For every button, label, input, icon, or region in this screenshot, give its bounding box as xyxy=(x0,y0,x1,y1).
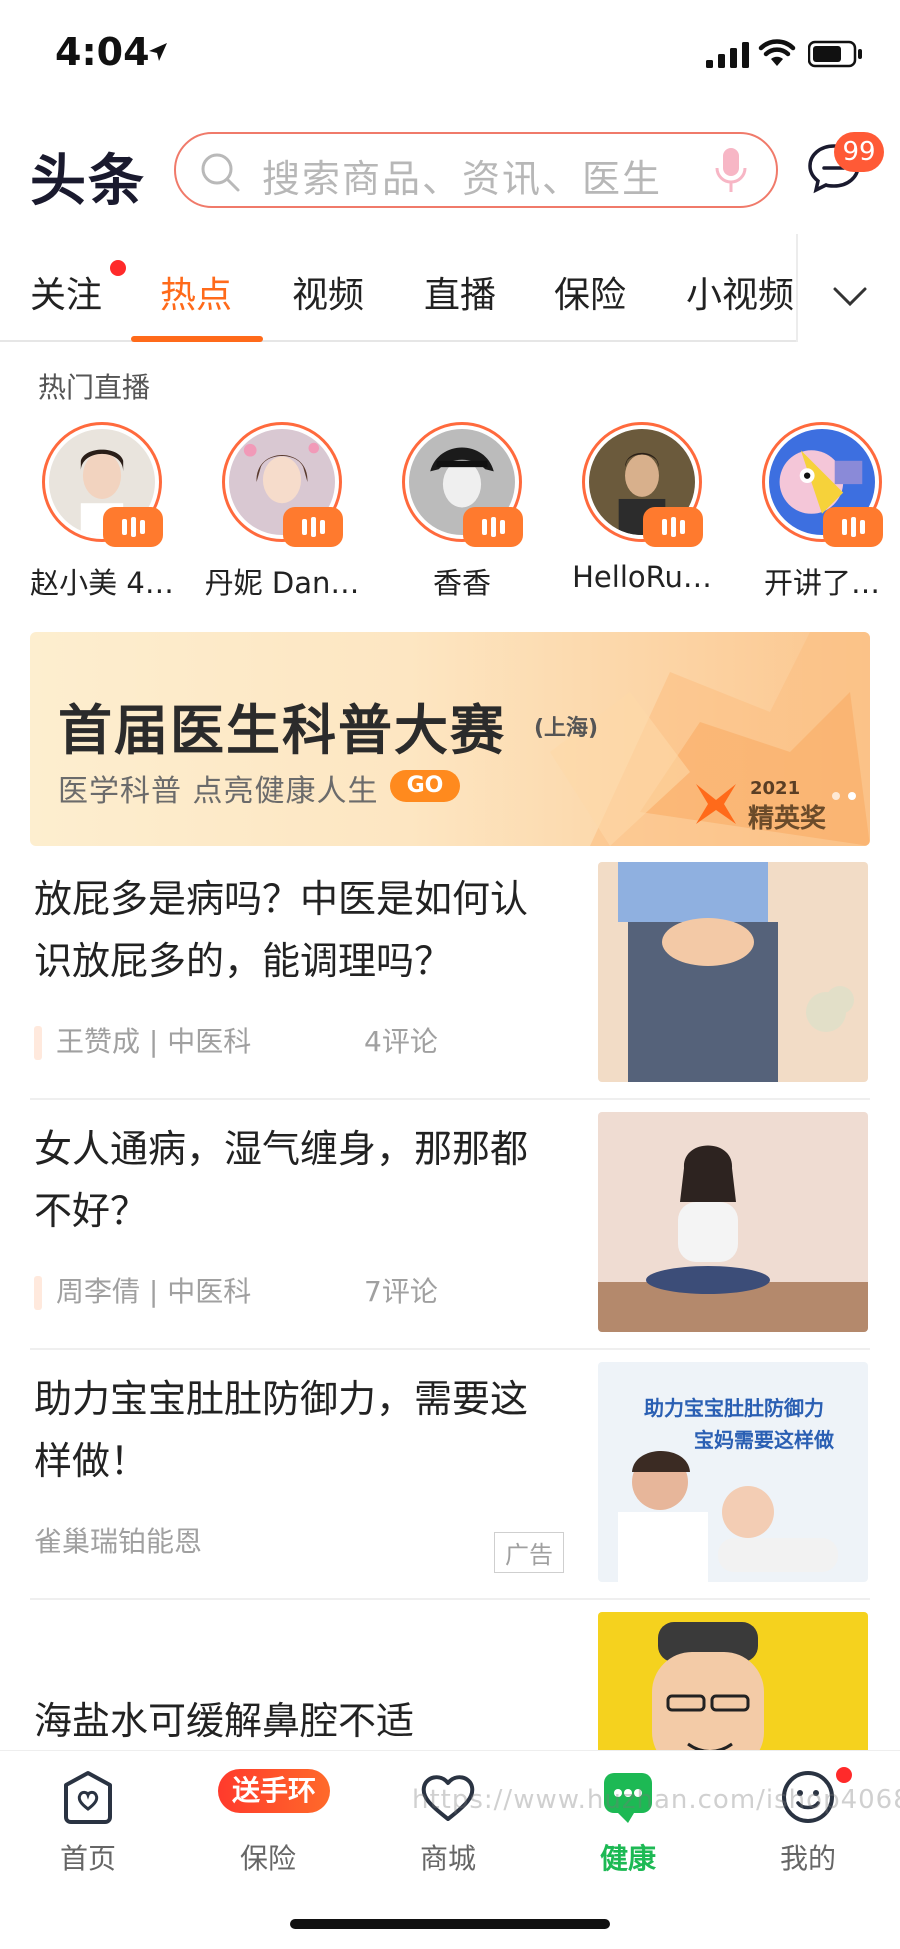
live-badge-icon xyxy=(823,507,883,547)
search-icon xyxy=(201,153,240,192)
tab-short-video[interactable]: 小视频 xyxy=(686,266,794,318)
microphone-icon[interactable] xyxy=(714,146,748,196)
battery-icon xyxy=(808,40,862,68)
home-indicator xyxy=(290,1919,610,1929)
article-item[interactable]: 女人通病，湿气缠身，那那都不好？ 周李倩 | 中医科 7评论 xyxy=(30,1100,870,1350)
me-notification-dot xyxy=(834,1765,854,1785)
nav-home[interactable]: 首页 xyxy=(18,1767,158,1877)
live-section-title: 热门直播 xyxy=(38,371,151,404)
message-badge: 99 xyxy=(834,132,884,172)
search-bar[interactable]: 搜索商品、资讯、医生 xyxy=(174,132,778,208)
live-badge-icon xyxy=(643,507,703,547)
article-title: 助力宝宝肚肚防御力，需要这样做！ xyxy=(34,1377,529,1483)
status-bar: 4:04 xyxy=(0,0,900,110)
live-badge-icon xyxy=(103,507,163,547)
tab-video[interactable]: 视频 xyxy=(292,266,364,318)
award-logo-icon xyxy=(696,784,736,824)
tab-live[interactable]: 直播 xyxy=(424,266,496,318)
ad-badge: 广告 xyxy=(494,1532,564,1573)
wifi-icon xyxy=(758,39,796,66)
promo-banner[interactable]: 首届医生科普大赛 (上海) 医学科普 点亮健康人生 GO 2021 精英奖 xyxy=(30,632,870,846)
bottom-nav: 首页 保险 送手环 商城 健康 我的 https://www.huzhan.co… xyxy=(0,1750,900,1949)
article-thumbnail: 助力宝宝肚肚防御力 宝妈需要这样做 xyxy=(598,1362,868,1582)
article-author: 雀巢瑞铂能恩 xyxy=(34,1525,203,1558)
banner-pagination xyxy=(832,792,856,800)
watermark-text: https://www.huzhan.com/ishop40688 xyxy=(412,1785,900,1815)
article-comments: 7评论 xyxy=(364,1275,438,1308)
signal-icon xyxy=(706,42,749,68)
banner-go-button[interactable]: GO xyxy=(390,770,460,802)
live-name: 开讲了… xyxy=(763,566,880,600)
tab-more-button[interactable] xyxy=(796,234,900,342)
nav-mall[interactable]: 商城 xyxy=(378,1767,518,1877)
live-item[interactable]: 赵小美 4… xyxy=(17,422,187,602)
location-arrow-icon xyxy=(149,43,167,61)
article-item[interactable]: 放屁多是病吗？中医是如何认识放屁多的，能调理吗？ 王赞成 | 中医科 4评论 xyxy=(30,850,870,1100)
article-author: 周李倩 | 中医科 xyxy=(34,1270,251,1310)
nav-label: 保险 xyxy=(239,1842,296,1875)
status-time: 4:04 xyxy=(55,30,150,74)
banner-subtitle: 医学科普 点亮健康人生 xyxy=(58,774,379,809)
live-item[interactable]: 丹妮 Dan… xyxy=(197,422,367,602)
live-badge-icon xyxy=(283,507,343,547)
tab-follow[interactable]: 关注 xyxy=(30,266,102,318)
tab-insurance[interactable]: 保险 xyxy=(554,266,626,318)
article-author: 王赞成 | 中医科 xyxy=(34,1020,251,1060)
live-item[interactable]: 香香 xyxy=(377,422,547,602)
nav-health[interactable]: 健康 xyxy=(558,1767,698,1877)
search-placeholder: 搜索商品、资讯、医生 xyxy=(262,157,663,201)
nav-label: 健康 xyxy=(599,1842,656,1875)
thumbnail-text-line-1: 助力宝宝肚肚防御力 xyxy=(644,1396,824,1420)
live-list: 赵小美 4… 丹妮 Dan… 香香 HelloRu… 开讲了… xyxy=(0,422,900,612)
tab-follow-dot xyxy=(110,260,126,276)
live-name: 香香 xyxy=(432,566,491,600)
banner-title: 首届医生科普大赛 xyxy=(58,699,506,762)
article-item[interactable]: 助力宝宝肚肚防御力，需要这样做！ 雀巢瑞铂能恩 广告 助力宝宝肚肚防御力 宝妈需… xyxy=(30,1350,870,1600)
article-comments: 4评论 xyxy=(364,1025,438,1058)
live-item[interactable]: HelloRu… xyxy=(557,422,727,594)
gift-promo-tag[interactable]: 送手环 xyxy=(218,1769,330,1813)
thumbnail-text-line-2: 宝妈需要这样做 xyxy=(694,1428,834,1452)
nav-label: 首页 xyxy=(59,1842,116,1875)
nav-label: 商城 xyxy=(419,1842,476,1875)
article-thumbnail xyxy=(598,862,868,1082)
category-tabs: 关注 热点 视频 直播 保险 小视频 xyxy=(0,234,900,342)
brand-title: 头条 xyxy=(30,149,146,214)
nav-label: 我的 xyxy=(779,1842,836,1875)
banner-location: (上海) xyxy=(534,716,599,741)
live-name: 丹妮 Dan… xyxy=(204,566,360,600)
banner-year: 2021 xyxy=(750,778,801,799)
chevron-down-icon xyxy=(833,287,867,307)
live-name: HelloRu… xyxy=(572,560,712,594)
article-title: 女人通病，湿气缠身，那那都不好？ xyxy=(34,1127,529,1233)
article-title: 海盐水可缓解鼻腔不适 xyxy=(34,1699,415,1743)
live-badge-icon xyxy=(463,507,523,547)
article-thumbnail xyxy=(598,1112,868,1332)
home-icon xyxy=(64,1771,112,1824)
live-item[interactable]: 开讲了… xyxy=(737,422,900,602)
tab-hot[interactable]: 热点 xyxy=(160,266,232,318)
header: 头条 搜索商品、资讯、医生 99 xyxy=(0,126,900,218)
nav-me[interactable]: 我的 xyxy=(738,1767,878,1877)
banner-award: 精英奖 xyxy=(748,804,827,834)
live-name: 赵小美 4… xyxy=(30,566,174,600)
tab-active-indicator xyxy=(131,336,263,342)
article-title: 放屁多是病吗？中医是如何认识放屁多的，能调理吗？ xyxy=(34,877,529,983)
